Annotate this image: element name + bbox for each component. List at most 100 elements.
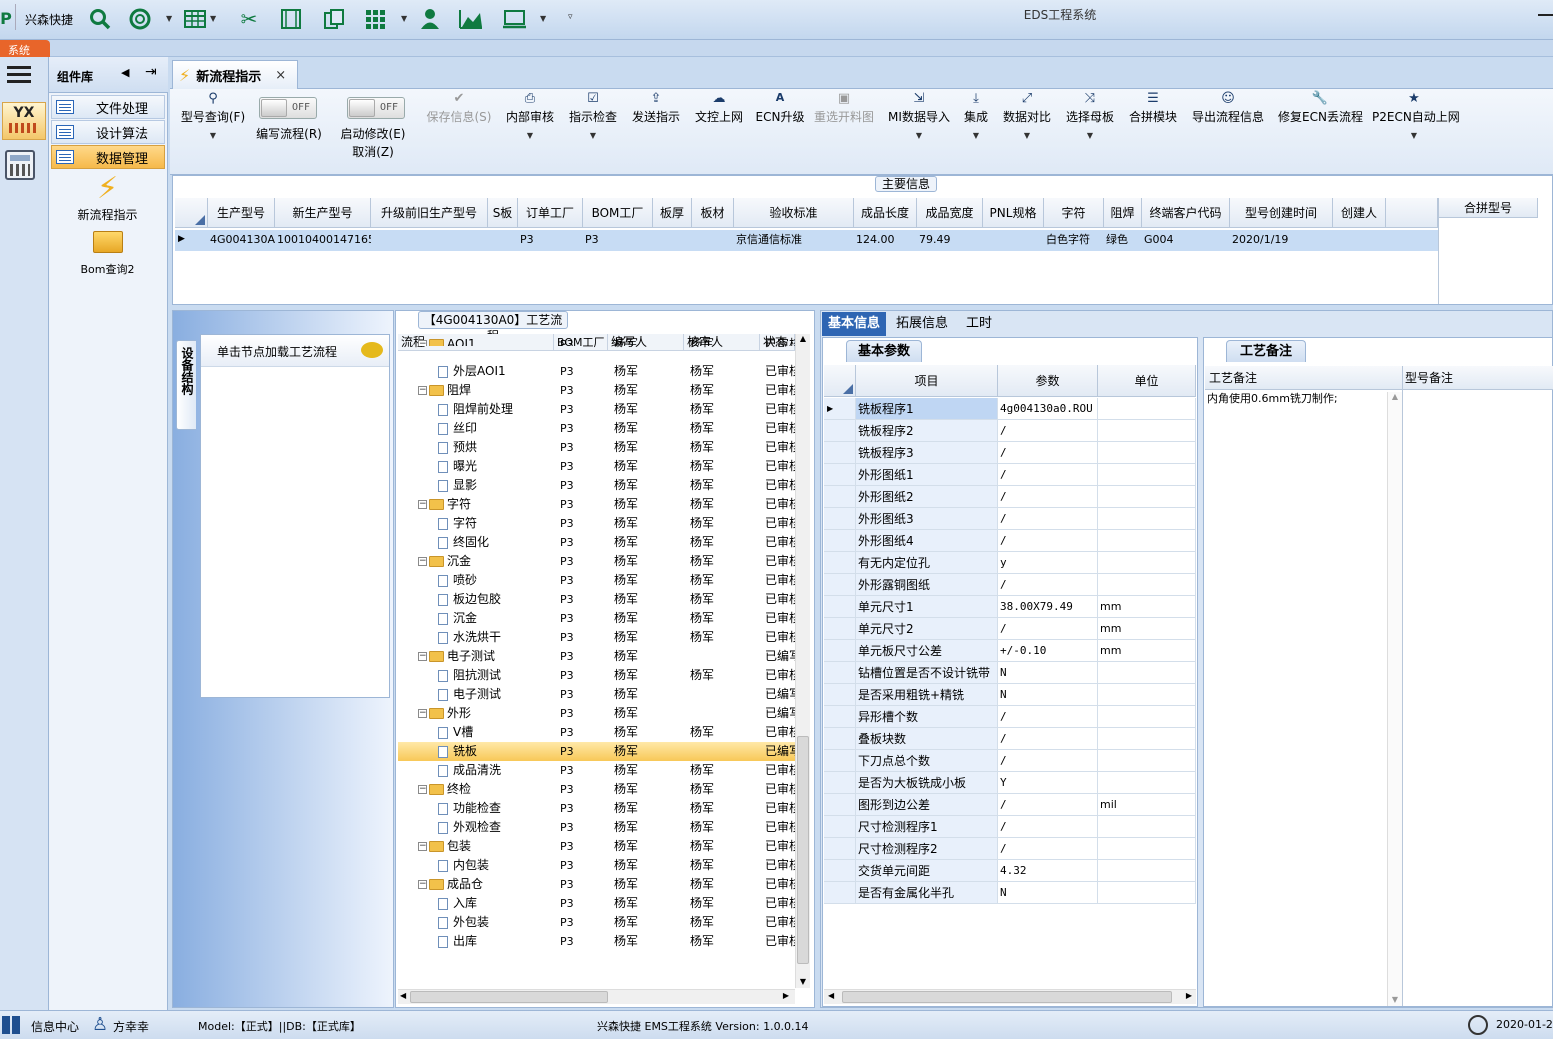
main-info-col-header[interactable]: 终端客户代码 bbox=[1142, 198, 1230, 228]
tree-node[interactable]: − 包装 bbox=[418, 837, 552, 856]
select-mother-board-button[interactable]: ⤨ 选择母板 ▼ bbox=[1064, 91, 1116, 140]
chevron-down-icon[interactable]: ▼ bbox=[178, 131, 248, 140]
scroll-right-icon[interactable]: ▶ bbox=[1186, 991, 1192, 1000]
param-row[interactable]: 下刀点总个数 / bbox=[824, 750, 1196, 772]
tree-row[interactable]: 板边包胶 P3 杨军 杨军 已审核 bbox=[398, 590, 795, 609]
param-value[interactable]: / bbox=[998, 442, 1098, 464]
row-header[interactable] bbox=[824, 508, 856, 530]
chevron-down-icon[interactable]: ▼ bbox=[166, 14, 172, 23]
main-info-col-header[interactable]: 型号创建时间 bbox=[1230, 198, 1333, 228]
tree-row[interactable]: 外观检查 P3 杨军 杨军 已审核 bbox=[398, 818, 795, 837]
export-process-info-button[interactable]: ☺ 导出流程信息 bbox=[1190, 91, 1266, 125]
main-info-col-header[interactable]: 生产型号 bbox=[208, 198, 275, 228]
tree-row[interactable]: 字符 P3 杨军 杨军 已审核 bbox=[398, 514, 795, 533]
close-tab-icon[interactable]: × bbox=[275, 68, 286, 83]
param-row[interactable]: 外形图纸4/ bbox=[824, 530, 1196, 552]
main-info-cell[interactable] bbox=[694, 230, 734, 250]
main-info-cell[interactable]: 79.49 bbox=[919, 230, 983, 250]
tree-row[interactable]: 电子测试 P3 杨军 已编写 bbox=[398, 685, 795, 704]
tree-node[interactable]: 阻抗测试 bbox=[438, 666, 552, 685]
col-process-note[interactable]: 工艺备注 bbox=[1205, 366, 1403, 390]
tree-node[interactable]: − 电子测试 bbox=[418, 647, 552, 666]
param-unit[interactable] bbox=[1098, 772, 1196, 794]
tree-row[interactable]: 丝印 P3 杨军 杨军 已审核 bbox=[398, 419, 795, 438]
param-unit[interactable] bbox=[1098, 728, 1196, 750]
chevron-down-icon[interactable]: ▼ bbox=[887, 131, 951, 140]
row-header[interactable] bbox=[824, 684, 856, 706]
tree-row[interactable]: 显影 P3 杨军 杨军 已审核 bbox=[398, 476, 795, 495]
param-unit[interactable] bbox=[1098, 750, 1196, 772]
main-info-cell[interactable]: P3 bbox=[520, 230, 583, 250]
param-unit[interactable] bbox=[1098, 816, 1196, 838]
tree-node[interactable]: 外包装 bbox=[438, 913, 552, 932]
tree-node[interactable]: 预烘 bbox=[438, 438, 552, 457]
tree-node[interactable]: 入库 bbox=[438, 894, 552, 913]
col-parameter[interactable]: 参数 bbox=[998, 365, 1098, 397]
param-unit[interactable] bbox=[1098, 508, 1196, 530]
param-row[interactable]: 铣板程序2/ bbox=[824, 420, 1196, 442]
tree-row[interactable]: 铣板 P3 杨军 已编写 bbox=[398, 742, 795, 761]
row-header[interactable] bbox=[824, 772, 856, 794]
param-value[interactable]: / bbox=[998, 728, 1098, 750]
tab-work-hours[interactable]: 工时 bbox=[960, 312, 998, 336]
param-value[interactable]: / bbox=[998, 420, 1098, 442]
tree-node[interactable]: 丝印 bbox=[438, 419, 552, 438]
param-unit[interactable] bbox=[1098, 706, 1196, 728]
tree-row[interactable]: 外层AOI1 P3 杨军 杨军 已审核 bbox=[398, 362, 795, 381]
main-info-cell[interactable]: 124.00 bbox=[856, 230, 917, 250]
main-info-col-header[interactable]: 板材 bbox=[692, 198, 734, 228]
param-value[interactable]: N bbox=[998, 882, 1098, 904]
tree-row[interactable]: V槽 P3 杨军 杨军 已审核 bbox=[398, 723, 795, 742]
tree-row[interactable]: 水洗烘干 P3 杨军 杨军 已审核 bbox=[398, 628, 795, 647]
tree-node[interactable]: 终固化 bbox=[438, 533, 552, 552]
notes-vertical-scrollbar[interactable]: ▲ ▼ bbox=[1387, 392, 1402, 1006]
send-instruction-button[interactable]: ⇪ 发送指示 bbox=[631, 91, 681, 125]
tree-row[interactable]: 阻抗测试 P3 杨军 杨军 已审核 bbox=[398, 666, 795, 685]
tree-row[interactable]: 功能检查 P3 杨军 杨军 已审核 bbox=[398, 799, 795, 818]
area-chart-icon[interactable] bbox=[458, 7, 482, 31]
calculator-icon[interactable] bbox=[5, 150, 35, 180]
film-icon[interactable] bbox=[279, 7, 303, 31]
param-row[interactable]: 外形露铜图纸 / bbox=[824, 574, 1196, 596]
collapse-icon[interactable]: − bbox=[418, 652, 427, 661]
scroll-up-icon[interactable]: ▲ bbox=[1388, 392, 1402, 401]
internal-review-button[interactable]: ⎙ 内部审核 ▼ bbox=[505, 91, 555, 140]
table-icon[interactable] bbox=[183, 7, 207, 31]
tree-node[interactable]: 出库 bbox=[438, 932, 552, 951]
scroll-left-icon[interactable]: ◀ bbox=[828, 991, 834, 1000]
chevron-down-icon[interactable]: ▼ bbox=[960, 131, 992, 140]
param-unit[interactable]: mm bbox=[1098, 640, 1196, 662]
tree-row[interactable]: − AOI1 P3 杨军 杨军 已审核 bbox=[398, 335, 795, 346]
tree-row[interactable]: 成品清洗 P3 杨军 杨军 已审核 bbox=[398, 761, 795, 780]
scroll-thumb[interactable] bbox=[842, 991, 1172, 1003]
tree-row[interactable]: − 成品仓 P3 杨军 杨军 已审核 bbox=[398, 875, 795, 894]
param-row[interactable]: 交货单元间距 4.32 bbox=[824, 860, 1196, 882]
integrate-button[interactable]: ⤓ 集成 ▼ bbox=[960, 91, 992, 140]
param-row[interactable]: 图形到边公差 / mil bbox=[824, 794, 1196, 816]
tree-row[interactable]: 沉金 P3 杨军 杨军 已审核 bbox=[398, 609, 795, 628]
param-row[interactable]: 单元板尺寸公差 +/-0.10 mm bbox=[824, 640, 1196, 662]
tree-row[interactable]: − 终检 P3 杨军 杨军 已审核 bbox=[398, 780, 795, 799]
doc-control-online-button[interactable]: ☁ 文控上网 bbox=[694, 91, 744, 125]
main-info-cell[interactable]: G004 bbox=[1144, 230, 1230, 250]
chevron-down-icon[interactable]: ▼ bbox=[210, 14, 216, 23]
param-row[interactable]: ▶ 铣板程序1 4g004130a0.ROU bbox=[824, 398, 1196, 420]
main-info-cell[interactable]: 4G004130A0 bbox=[210, 230, 275, 250]
main-info-cell[interactable]: 绿色 bbox=[1106, 230, 1142, 250]
param-unit[interactable] bbox=[1098, 420, 1196, 442]
param-unit[interactable]: mm bbox=[1098, 596, 1196, 618]
chevron-down-icon[interactable]: ▼ bbox=[1064, 131, 1116, 140]
tree-row[interactable]: 入库 P3 杨军 杨军 已审核 bbox=[398, 894, 795, 913]
param-row[interactable]: 尺寸检测程序2/ bbox=[824, 838, 1196, 860]
tree-node[interactable]: − AOI1 bbox=[418, 335, 552, 346]
collapse-icon[interactable]: − bbox=[418, 557, 427, 566]
scroll-right-icon[interactable]: ▶ bbox=[783, 991, 789, 1000]
row-header[interactable] bbox=[824, 530, 856, 552]
tree-node[interactable]: 水洗烘干 bbox=[438, 628, 552, 647]
tree-row[interactable]: − 字符 P3 杨军 杨军 已审核 bbox=[398, 495, 795, 514]
tree-node[interactable]: − 字符 bbox=[418, 495, 552, 514]
shortcut-bom-query[interactable]: Bom查询2 bbox=[49, 231, 166, 277]
tree-node[interactable]: − 外形 bbox=[418, 704, 552, 723]
tree-row[interactable]: − 阻焊 P3 杨军 杨军 已审核 bbox=[398, 381, 795, 400]
param-unit[interactable] bbox=[1098, 552, 1196, 574]
